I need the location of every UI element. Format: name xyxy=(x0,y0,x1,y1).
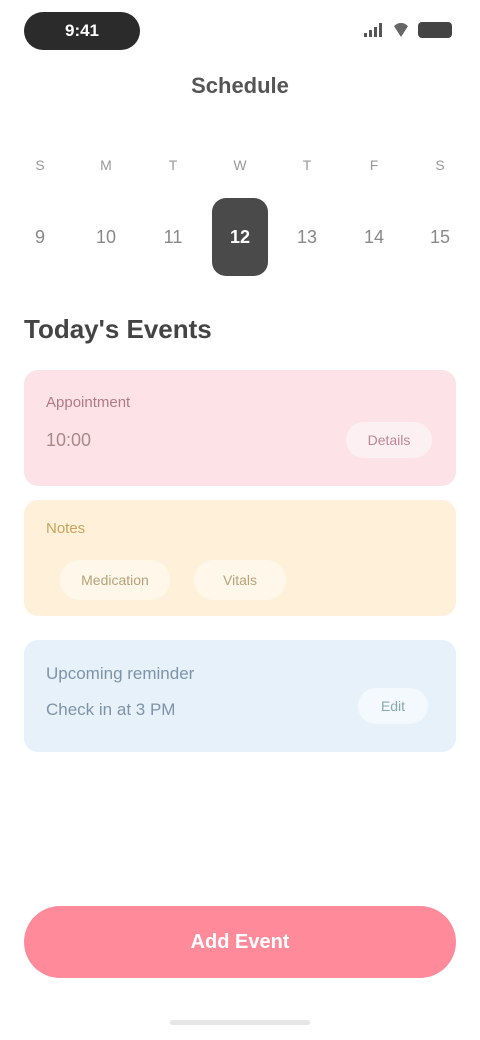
day-number: 9 xyxy=(34,227,45,247)
day-of-week: S xyxy=(435,157,445,173)
chip-medication[interactable]: Medication xyxy=(60,560,170,600)
appointment-time: 10:00 xyxy=(46,430,92,450)
day-number: 11 xyxy=(163,227,183,247)
week-row: S 9 M 10 T 11 W 12 T 13 F 14 S 15 xyxy=(0,150,480,280)
reminder-subtitle: Check in at 3 PM xyxy=(46,700,176,719)
status-icons xyxy=(364,22,452,38)
page-title: Schedule xyxy=(191,73,289,98)
add-event-button[interactable]: Add Event xyxy=(24,906,456,978)
reminder-title: Upcoming reminder xyxy=(46,664,195,683)
wifi-icon xyxy=(392,23,410,37)
status-pill: 9:41 xyxy=(24,12,140,50)
day-4[interactable]: T 13 xyxy=(279,150,335,280)
reminder-card[interactable]: Upcoming reminder Check in at 3 PM Edit xyxy=(24,640,456,752)
day-number: 12 xyxy=(212,198,268,276)
appointment-card[interactable]: Appointment 10:00 Details xyxy=(24,370,456,486)
day-of-week: W xyxy=(233,157,247,173)
appointment-details-button[interactable]: Details xyxy=(346,422,432,458)
appointment-label: Appointment xyxy=(46,394,131,411)
day-number: 13 xyxy=(296,227,318,247)
reminder-edit-button[interactable]: Edit xyxy=(358,688,428,724)
day-0[interactable]: S 9 xyxy=(12,150,68,280)
day-of-week: F xyxy=(369,157,379,173)
day-number: 15 xyxy=(429,227,451,247)
day-1[interactable]: M 10 xyxy=(78,150,134,280)
day-number: 10 xyxy=(95,227,117,247)
day-of-week: T xyxy=(302,157,312,173)
status-bar: 9:41 xyxy=(0,0,480,64)
signal-icon xyxy=(364,23,384,37)
section-title: Today's Events xyxy=(24,314,212,344)
home-indicator xyxy=(170,1020,310,1025)
header: Schedule xyxy=(0,66,480,106)
day-of-week: T xyxy=(168,157,178,173)
chip-vitals[interactable]: Vitals xyxy=(194,560,286,600)
day-3-selected[interactable]: W 12 xyxy=(212,150,268,280)
day-of-week: M xyxy=(100,157,112,173)
day-2[interactable]: T 11 xyxy=(145,150,201,280)
notes-label: Notes xyxy=(46,520,86,537)
battery-icon xyxy=(418,22,452,38)
day-6[interactable]: S 15 xyxy=(412,150,468,280)
day-of-week: S xyxy=(35,157,45,173)
day-number: 14 xyxy=(363,227,385,247)
notes-card: Notes Medication Vitals xyxy=(24,500,456,616)
day-5[interactable]: F 14 xyxy=(346,150,402,280)
